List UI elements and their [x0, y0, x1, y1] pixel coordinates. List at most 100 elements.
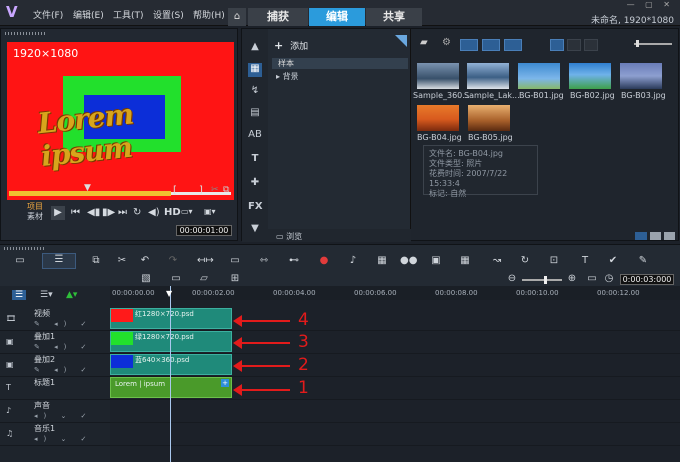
thumb-bg-b05[interactable] [468, 105, 510, 131]
view-thumbnail-button[interactable] [550, 39, 564, 51]
collapse-down-icon[interactable]: ▼ [248, 223, 262, 237]
multicam-icon[interactable]: ▦ [374, 255, 390, 267]
zoom-slider[interactable] [522, 279, 562, 281]
graphics-icon[interactable]: AB [248, 129, 262, 143]
playhead-handle-icon[interactable]: ▼ [166, 289, 172, 298]
media-icon[interactable]: ▦ [248, 63, 262, 77]
menu-help[interactable]: 帮助(H) [193, 8, 225, 21]
cue-icon[interactable]: ▱ [196, 273, 212, 285]
copy-icon[interactable]: ⧉ [88, 255, 104, 267]
clip-blue[interactable]: 蓝640×360.psd [110, 354, 232, 375]
tab-capture[interactable]: 捕获 [248, 8, 308, 26]
next-frame-icon[interactable]: ▮▶ [102, 207, 115, 218]
playhead[interactable] [170, 286, 171, 462]
panel-grip[interactable] [5, 32, 45, 35]
fx-icon[interactable]: FX [248, 201, 263, 215]
stretch-icon[interactable]: ⊷ [286, 255, 302, 267]
clip-title[interactable]: Lorem | ipsum + [110, 377, 232, 398]
tools-icon[interactable]: ✂ [114, 255, 130, 267]
track-controls[interactable]: ✎ ◂) ✓ [34, 366, 92, 374]
stabilize-icon[interactable]: ⊡ [546, 255, 562, 267]
folder-icon[interactable]: ▰ [420, 37, 428, 48]
window-controls[interactable]: — ▢ ✕ [627, 0, 674, 9]
mark-out-button[interactable]: ] [199, 185, 203, 196]
tree-item-sample[interactable]: 样本 [272, 58, 408, 69]
transition-icon[interactable]: ↯ [248, 85, 262, 99]
zoom-slider-handle[interactable] [544, 276, 547, 284]
add-folder-button[interactable]: + 添加 [274, 39, 308, 52]
chapter-icon[interactable]: ▭ [168, 273, 184, 285]
color-icon[interactable]: ● [316, 255, 332, 267]
filter-photo-button[interactable] [482, 39, 500, 51]
play-icon[interactable]: ▶ [51, 206, 65, 220]
panel-grip[interactable] [4, 247, 44, 250]
tree-item-background[interactable]: ▸ 背景 [276, 71, 299, 82]
track-controls[interactable]: ✎ ◂) ✓ [34, 320, 92, 328]
clock-icon[interactable]: ◷ [601, 273, 617, 285]
hd-button[interactable]: HD [164, 207, 181, 218]
thumb-bg-b02[interactable] [569, 63, 611, 89]
skip-start-icon[interactable]: ⏮ [71, 207, 80, 218]
volume-icon[interactable]: ◀) [148, 207, 160, 218]
menu-settings[interactable]: 设置(S) [153, 8, 184, 21]
check-icon[interactable]: ✔ [605, 255, 621, 267]
zoom-in-icon[interactable]: ⊕ [564, 273, 580, 285]
thumbnail-size-slider[interactable] [634, 43, 672, 45]
zoom-out-icon[interactable]: ⊖ [504, 273, 520, 285]
filter-icon[interactable]: ✚ [248, 177, 262, 191]
menu-tools[interactable]: 工具(T) [113, 8, 144, 21]
fit-icon[interactable]: ⊞ [227, 273, 243, 285]
clip-expand-icon[interactable]: + [221, 379, 229, 387]
home-icon[interactable]: ⌂ [228, 8, 246, 26]
track-controls[interactable]: ◂) ⌄ ✓ [34, 412, 92, 420]
clip-green[interactable]: 绿1280×720.psd [110, 331, 232, 352]
mark-in-button[interactable]: [ [173, 185, 177, 196]
enlarge-icon[interactable]: ⧉ [223, 185, 229, 195]
track-controls[interactable]: ◂) ⌄ ✓ [34, 435, 92, 443]
storyboard-view-icon[interactable]: ▭ [12, 255, 28, 267]
motion-icon[interactable]: ▦ [457, 255, 473, 267]
view-list-button[interactable] [567, 39, 581, 51]
record-screen-icon[interactable]: ▭ [227, 255, 243, 267]
prev-frame-icon[interactable]: ◀▮ [87, 207, 100, 218]
timecode-display[interactable]: 00:00:01:00 [176, 225, 232, 236]
instant-project-icon[interactable]: ▤ [248, 107, 262, 121]
smart-pack-icon[interactable]: ▧ [138, 273, 154, 285]
library-grid-icon[interactable] [664, 232, 675, 240]
skip-end-icon[interactable]: ⏭ [118, 207, 127, 218]
cut-icon[interactable]: ✂ [211, 185, 219, 195]
thumb-sample-lake[interactable] [467, 63, 509, 89]
ripple-edit-icon[interactable]: ▲▾ [66, 290, 77, 300]
track-manager-icon[interactable]: ☰ [12, 290, 27, 300]
wrap-icon[interactable]: ✎ [635, 255, 651, 267]
clip-red[interactable]: 红1280×720.psd [110, 308, 232, 329]
subtitle-icon[interactable]: ▣ [428, 255, 444, 267]
track-controls[interactable]: ✎ ◂) ✓ [34, 343, 92, 351]
aspect-ratio-icon[interactable]: ▭▾ [181, 207, 193, 216]
loop-icon[interactable]: ↻ [517, 255, 533, 267]
scrubber-handle-icon[interactable]: ▼ [84, 183, 91, 193]
tab-edit[interactable]: 编辑 [309, 8, 365, 26]
mode-project[interactable]: 项目 [27, 202, 43, 212]
filter-audio-button[interactable] [504, 39, 522, 51]
path-icon[interactable]: ↝ [489, 255, 505, 267]
track-row-voice[interactable] [110, 400, 680, 423]
repeat-icon[interactable]: ↻ [133, 207, 141, 218]
timeline-ruler[interactable]: 00:00:00.00 00:00:02.00 00:00:04.00 00:0… [110, 286, 680, 300]
menu-edit[interactable]: 编辑(E) [73, 8, 104, 21]
mask-icon[interactable]: ●● [400, 255, 417, 267]
slider-handle[interactable] [636, 40, 639, 47]
thumb-bg-b04[interactable] [417, 105, 459, 131]
add-track-icon[interactable]: ☰▾ [40, 290, 53, 300]
library-list-icon[interactable] [650, 232, 661, 240]
3d-title-icon[interactable]: T [577, 255, 593, 267]
menu-file[interactable]: 文件(F) [33, 8, 63, 21]
fit-project-icon[interactable]: ▭ [584, 273, 600, 285]
tab-share[interactable]: 共享 [366, 8, 422, 26]
filter-video-button[interactable] [460, 39, 478, 51]
browse-button[interactable]: ▭ 浏览 [276, 231, 302, 242]
thumb-bg-b01[interactable] [518, 63, 560, 89]
collapse-up-icon[interactable]: ▲ [248, 41, 262, 55]
audio-mixer-icon[interactable]: ♪ [345, 255, 361, 267]
track-row-music[interactable] [110, 423, 680, 446]
